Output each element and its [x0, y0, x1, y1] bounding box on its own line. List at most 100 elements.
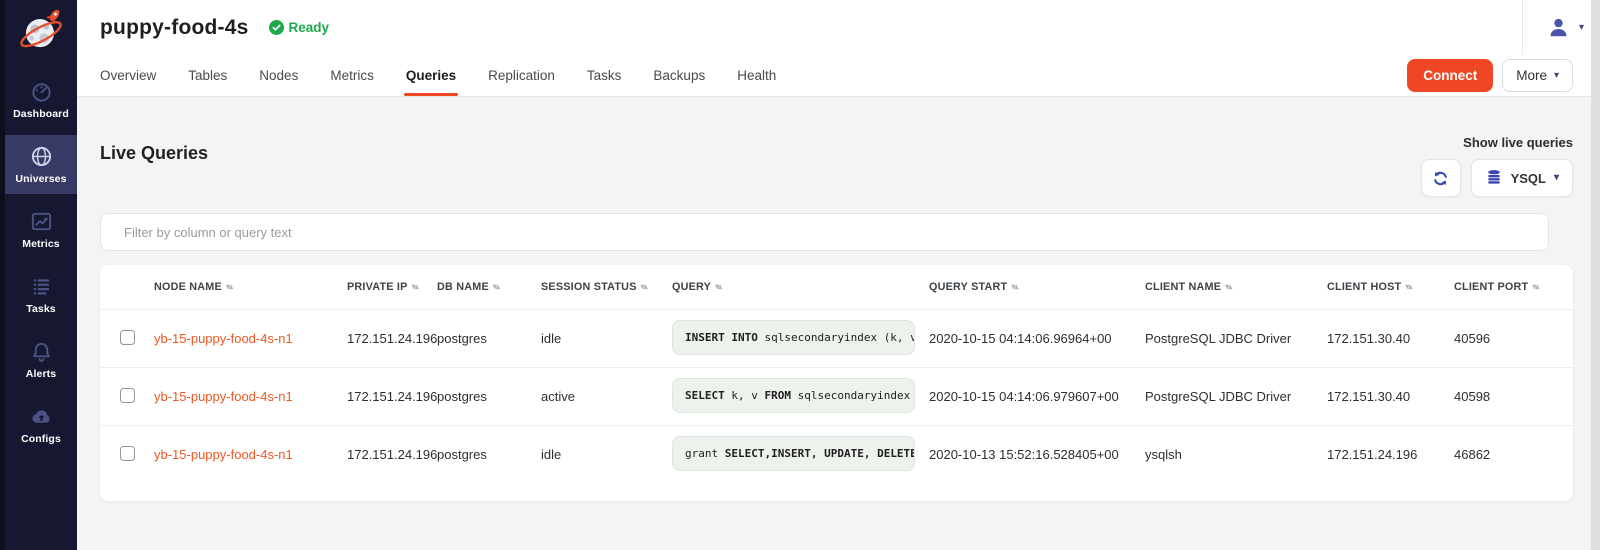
refresh-icon — [1431, 169, 1450, 188]
gauge-icon — [30, 80, 53, 103]
bell-icon — [30, 340, 53, 363]
sidebar-item-alerts[interactable]: Alerts — [5, 330, 77, 389]
live-queries-page: Live Queries Show live queries — [77, 97, 1600, 550]
client-host-cell: 172.151.30.40 — [1327, 331, 1454, 346]
query-text[interactable]: SELECT k, v FROM sqlsecondaryindex … — [672, 378, 915, 413]
node-name-link[interactable]: yb-15-puppy-food-4s-n1 — [154, 331, 347, 346]
status-label: Ready — [289, 20, 330, 35]
client-port-cell: 40598 — [1454, 389, 1553, 404]
sort-icon: ▾▴ — [412, 282, 418, 291]
api-selector-value: YSQL — [1511, 171, 1546, 186]
sort-icon: ▾▴ — [493, 282, 499, 291]
sort-icon: ▾▴ — [226, 282, 232, 291]
client-port-cell: 40596 — [1454, 331, 1553, 346]
chevron-down-icon: ▾ — [1554, 173, 1559, 183]
db-name-cell: postgres — [437, 331, 541, 346]
session-status-cell: idle — [541, 447, 672, 462]
tab-queries[interactable]: Queries — [406, 55, 456, 96]
query-start-cell: 2020-10-15 04:14:06.979607+00 — [929, 389, 1145, 404]
tab-tasks[interactable]: Tasks — [587, 55, 622, 96]
sidebar-item-universes[interactable]: Universes — [5, 135, 77, 194]
list-icon — [30, 275, 53, 298]
private-ip-cell: 172.151.24.196 — [347, 331, 437, 346]
sort-icon: ▾▴ — [1225, 282, 1231, 291]
db-name-cell: postgres — [437, 447, 541, 462]
column-header-node-name[interactable]: NODE NAME▾▴ — [154, 281, 347, 293]
cloud-upload-icon — [30, 405, 53, 428]
tab-tables[interactable]: Tables — [188, 55, 227, 96]
column-header-private-ip[interactable]: PRIVATE IP▾▴ — [347, 281, 437, 293]
tab-overview[interactable]: Overview — [100, 55, 156, 96]
row-checkbox[interactable] — [120, 388, 135, 403]
query-text[interactable]: grant SELECT,INSERT, UPDATE, DELETE… — [672, 436, 915, 471]
globe-icon — [30, 145, 53, 168]
filter-input[interactable] — [100, 213, 1549, 251]
tab-backups[interactable]: Backups — [653, 55, 705, 96]
sort-icon: ▾▴ — [1011, 282, 1017, 291]
client-name-cell: PostgreSQL JDBC Driver — [1145, 331, 1327, 346]
table-row: yb-15-puppy-food-4s-n1 172.151.24.196 po… — [100, 425, 1573, 483]
more-button-label: More — [1516, 68, 1547, 83]
sort-icon: ▾▴ — [715, 282, 721, 291]
window-edge — [1591, 0, 1600, 550]
client-name-cell: PostgreSQL JDBC Driver — [1145, 389, 1327, 404]
node-name-link[interactable]: yb-15-puppy-food-4s-n1 — [154, 389, 347, 404]
sidebar-item-label: Dashboard — [13, 108, 69, 120]
sidebar-item-configs[interactable]: Configs — [5, 395, 77, 454]
main-area: puppy-food-4s Ready ▾ Overview Tables No… — [77, 0, 1600, 550]
query-start-cell: 2020-10-15 04:14:06.96964+00 — [929, 331, 1145, 346]
sidebar-item-dashboard[interactable]: Dashboard — [5, 70, 77, 129]
sidebar-item-metrics[interactable]: Metrics — [5, 200, 77, 259]
column-header-client-name[interactable]: CLIENT NAME▾▴ — [1145, 281, 1327, 293]
universe-tabs: Overview Tables Nodes Metrics Queries Re… — [100, 55, 776, 96]
tab-nodes[interactable]: Nodes — [259, 55, 298, 96]
tab-replication[interactable]: Replication — [488, 55, 555, 96]
check-circle-icon — [269, 20, 284, 35]
more-button[interactable]: More ▾ — [1502, 59, 1573, 92]
yugabyte-logo-icon[interactable] — [16, 6, 66, 56]
query-text[interactable]: INSERT INTO sqlsecondaryindex (k, v… — [672, 320, 915, 355]
sidebar-item-label: Tasks — [26, 303, 56, 315]
sidebar-item-label: Alerts — [26, 368, 56, 380]
api-selector-dropdown[interactable]: YSQL ▾ — [1471, 159, 1573, 197]
node-name-link[interactable]: yb-15-puppy-food-4s-n1 — [154, 447, 347, 462]
page-title: puppy-food-4s — [100, 16, 249, 40]
client-host-cell: 172.151.30.40 — [1327, 389, 1454, 404]
sidebar: Dashboard Universes Metrics Tasks Alerts — [0, 0, 77, 550]
status-badge: Ready — [269, 20, 330, 35]
sidebar-item-label: Universes — [15, 173, 66, 185]
sidebar-item-label: Configs — [21, 433, 61, 445]
column-header-session-status[interactable]: SESSION STATUS▾▴ — [541, 281, 672, 293]
row-checkbox[interactable] — [120, 446, 135, 461]
column-header-query[interactable]: QUERY▾▴ — [672, 281, 929, 293]
column-header-client-host[interactable]: CLIENT HOST▾▴ — [1327, 281, 1454, 293]
tab-health[interactable]: Health — [737, 55, 776, 96]
table-row: yb-15-puppy-food-4s-n1 172.151.24.196 po… — [100, 309, 1573, 367]
table-header-row: NODE NAME▾▴ PRIVATE IP▾▴ DB NAME▾▴ SESSI… — [100, 265, 1573, 309]
show-live-queries-label: Show live queries — [1463, 135, 1573, 150]
sort-icon: ▾▴ — [1405, 282, 1411, 291]
table-row: yb-15-puppy-food-4s-n1 172.151.24.196 po… — [100, 367, 1573, 425]
live-queries-table: NODE NAME▾▴ PRIVATE IP▾▴ DB NAME▾▴ SESSI… — [100, 265, 1573, 501]
client-name-cell: ysqlsh — [1145, 447, 1327, 462]
row-checkbox[interactable] — [120, 330, 135, 345]
user-menu[interactable]: ▾ — [1522, 0, 1600, 55]
session-status-cell: active — [541, 389, 672, 404]
sidebar-item-tasks[interactable]: Tasks — [5, 265, 77, 324]
column-header-query-start[interactable]: QUERY START▾▴ — [929, 281, 1145, 293]
column-header-db-name[interactable]: DB NAME▾▴ — [437, 281, 541, 293]
connect-button[interactable]: Connect — [1407, 59, 1493, 92]
tab-metrics[interactable]: Metrics — [330, 55, 374, 96]
db-name-cell: postgres — [437, 389, 541, 404]
universe-header: puppy-food-4s Ready ▾ Overview Tables No… — [77, 0, 1600, 97]
user-avatar-icon — [1547, 16, 1570, 39]
column-header-client-port[interactable]: CLIENT PORT▾▴ — [1454, 281, 1553, 293]
chevron-down-icon: ▾ — [1579, 23, 1584, 33]
chevron-down-icon: ▾ — [1554, 71, 1559, 81]
chart-icon — [30, 210, 53, 233]
session-status-cell: idle — [541, 331, 672, 346]
private-ip-cell: 172.151.24.196 — [347, 447, 437, 462]
sort-icon: ▾▴ — [1532, 282, 1538, 291]
refresh-button[interactable] — [1421, 159, 1461, 197]
private-ip-cell: 172.151.24.196 — [347, 389, 437, 404]
